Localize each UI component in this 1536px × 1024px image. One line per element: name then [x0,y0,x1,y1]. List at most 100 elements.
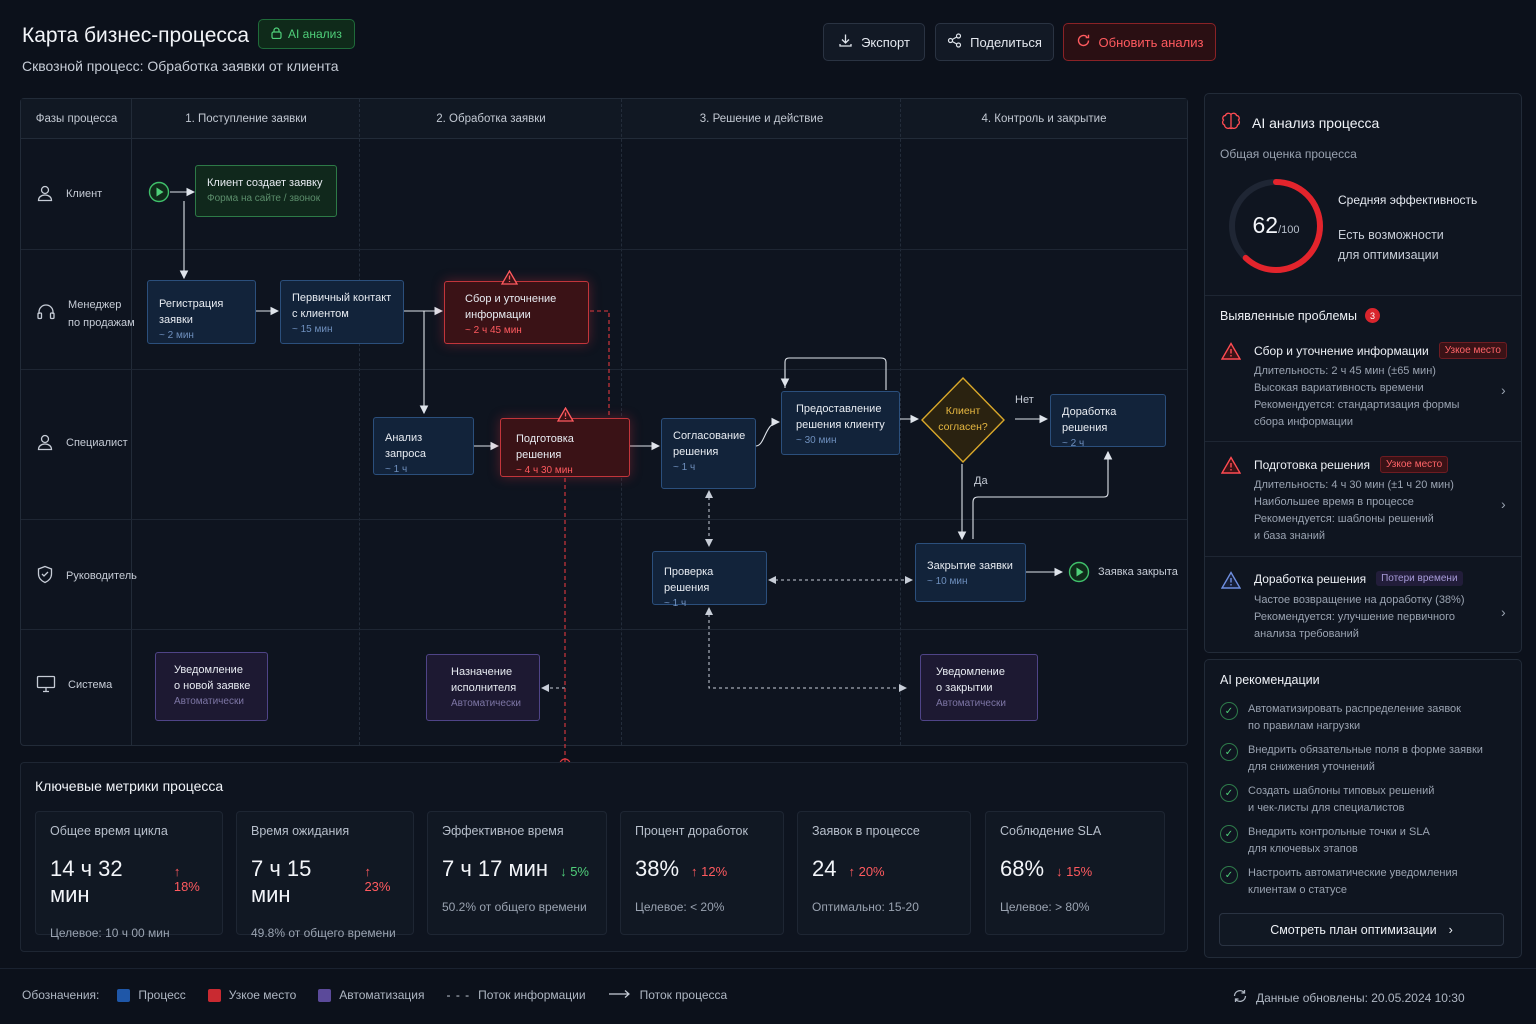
node-sub: ~ 2 ч [1062,438,1085,449]
sync-icon [1232,988,1248,1007]
legend: Обозначения: Процесс Узкое место Автомат… [22,988,727,1002]
overall-label: Общая оценка процесса [1220,147,1357,161]
problems-title: Выявленные проблемы [1220,308,1357,323]
node-title-2: информации [465,309,531,321]
node-title-2: исполнителя [451,682,517,694]
node-title: Согласование [673,430,746,442]
node-title: Предоставление [796,403,882,415]
metric-delta: ↑ 20% [848,864,885,879]
rec-line: Внедрить контрольные точки и SLA [1248,826,1430,838]
legend-automation-swatch [318,988,332,1002]
node-sub: Автоматически [174,696,244,707]
dashed-line-icon: - - - [446,988,471,1002]
opportunity-label: Есть возможности [1338,228,1444,242]
rec-item: ✓ Автоматизировать распределение заявок по… [1220,701,1510,735]
metric-value: 7 ч 17 мин [442,856,549,881]
chevron-right-icon: › [1501,382,1506,398]
score-value: 62 [1252,212,1279,238]
end-play-icon [1068,561,1090,588]
footer-divider [0,968,1536,969]
node-title: Уведомление [936,666,1005,678]
problem-line: Частое возвращение на доработку (38%) [1254,594,1465,606]
chevron-right-icon: › [1501,604,1506,620]
node-assign[interactable]: Назначение исполнителя Автоматически [426,654,540,721]
node-title: Проверка решения [664,566,714,594]
node-rework[interactable]: Доработка решения ~ 2 ч [1050,394,1166,449]
legend-bottleneck: Узкое место [228,988,297,1002]
node-sub: ~ 2 ч 45 мин [465,325,522,336]
chevron-right-icon: › [1448,922,1453,937]
node-analysis[interactable]: Анализ запроса ~ 1 ч [373,417,474,475]
node-title: Первичный контакт [292,292,392,304]
node-title: Подготовка решения [516,433,574,461]
problem-item[interactable]: Сбор и уточнение информации Узкое место … [1205,332,1521,440]
node-check-solution[interactable]: Проверка решения ~ 1 ч [652,551,767,609]
optimization-plan-button[interactable]: Смотреть план оптимизации › [1219,913,1504,946]
node-first-contact[interactable]: Первичный контакт с клиентом ~ 15 мин [280,280,404,344]
metric-value: 68% [1000,856,1045,881]
problem-item[interactable]: Доработка решения Потери времени Частое … [1205,561,1521,651]
metric-label: Заявок в процессе [812,824,920,838]
check-icon: ✓ [1220,702,1238,720]
score-of: /100 [1278,224,1300,236]
node-sub: ~ 15 мин [292,324,333,335]
decision-label: Клиент [945,405,981,417]
node-notify-close[interactable]: Уведомление о закрытии Автоматически [920,654,1038,721]
recs-title: AI рекомендации [1220,673,1320,687]
closed-label: Заявка закрыта [1098,566,1178,578]
metric-card: Время ожидания 7 ч 15 мин ↑ 23% 49.8% от … [236,811,414,940]
metric-value: 38% [635,856,680,881]
metric-foot: Оптимально: 15-20 [812,900,919,914]
metric-label: Процент доработок [635,824,748,838]
node-title: Закрытие заявки [927,560,1013,572]
node-title-2: с клиентом [292,308,349,320]
problem-line: Рекомендуется: улучшение первичного [1254,611,1456,623]
recs-list: ✓ Автоматизировать распределение заявок по… [1220,701,1510,899]
problem-line: Рекомендуется: шаблоны решений [1254,513,1434,525]
branch-no-label: Нет [1015,394,1034,406]
node-register[interactable]: Регистрация заявки ~ 2 мин [147,280,256,344]
node-provide-solution[interactable]: Предоставление решения клиенту ~ 30 мин [781,391,900,455]
metric-value: 7 ч 15 мин [251,856,312,907]
arrow-right-icon [608,988,632,1002]
warning-icon [500,269,519,290]
node-sub: ~ 1 ч [385,464,408,475]
problem-tag: Узкое место [1438,342,1507,359]
rec-line: Автоматизировать распределение заявок [1248,703,1461,715]
metric-delta: ↑ 23% [364,864,391,894]
metrics-title: Ключевые метрики процесса [35,778,224,794]
metric-label: Время ожидания [251,824,350,838]
problem-line: Длительность: 2 ч 45 мин (±65 мин) [1254,365,1436,377]
problem-tag: Узкое место [1379,456,1449,473]
node-close[interactable]: Закрытие заявки ~ 10 мин [915,543,1026,602]
node-collect-info[interactable]: Сбор и уточнение информации ~ 2 ч 45 мин [444,281,589,344]
node-sub: Автоматически [451,698,521,709]
node-sub: ~ 1 ч [664,598,687,609]
divider [1205,441,1521,442]
metric-value: 24 [812,856,837,881]
legend-automation: Автоматизация [339,988,425,1002]
node-sub: ~ 2 мин [159,330,194,341]
metric-value: 14 ч 32 мин [50,856,123,907]
metric-card: Заявок в процессе 24 ↑ 20% Оптимально: 15… [797,811,971,935]
node-client-create[interactable]: Клиент создает заявку Форма на сайте / з… [195,165,337,217]
metric-foot: 49.8% от общего времени [251,926,396,940]
check-icon: ✓ [1220,825,1238,843]
updated-info: Данные обновлены: 20.05.2024 10:30 [1232,988,1465,1007]
problems-count-badge: 3 [1365,308,1380,323]
problem-item[interactable]: Подготовка решения Узкое место Длительно… [1205,446,1521,554]
node-approve[interactable]: Согласование решения ~ 1 ч [661,418,756,489]
metric-delta: ↓ 15% [1056,864,1093,879]
metric-foot: 50.2% от общего времени [442,900,587,914]
rec-line: Создать шаблоны типовых решений [1248,785,1435,797]
node-title: Анализ запроса [385,432,426,460]
metric-card: Соблюдение SLA 68% ↓ 15% Целевое: > 80% [985,811,1165,935]
node-title: Назначение [451,666,513,678]
decision-client-agrees[interactable]: Клиент согласен? [920,376,1006,464]
node-title: Сбор и уточнение [465,293,557,305]
node-notify-new[interactable]: Уведомление о новой заявке Автоматически [155,652,268,721]
problem-tag: Потери времени [1376,571,1463,586]
node-sub: ~ 10 мин [927,576,968,587]
rec-line: Внедрить обязательные поля в форме заявк… [1248,744,1483,756]
node-title: Регистрация заявки [159,298,224,326]
